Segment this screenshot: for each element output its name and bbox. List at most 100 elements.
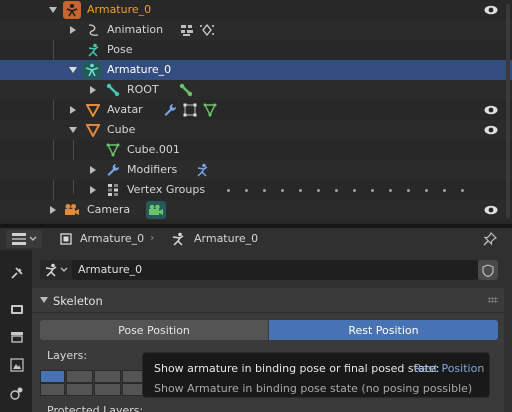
tab-output[interactable] xyxy=(6,326,28,348)
outliner-row-armature-object[interactable]: Armature_0 xyxy=(0,0,512,20)
wrench-icon xyxy=(105,162,121,178)
eye-icon[interactable] xyxy=(484,203,498,217)
layer-button[interactable] xyxy=(66,383,93,396)
drag-handle-icon[interactable] xyxy=(488,297,498,303)
mesh-object-icon xyxy=(85,122,101,138)
camera-icon xyxy=(64,202,80,218)
rest-position-label: Rest Position xyxy=(348,323,419,337)
object-icon xyxy=(58,231,74,247)
tab-scene[interactable] xyxy=(6,382,28,404)
layer-button[interactable] xyxy=(94,370,121,383)
outliner-label: Cube.001 xyxy=(127,143,180,156)
vertex-groups-icon xyxy=(105,182,121,198)
outliner-row-avatar[interactable]: Avatar xyxy=(0,100,512,120)
camera-data-icon xyxy=(146,201,166,219)
keyframe-icon xyxy=(199,22,215,38)
armature-data-icon xyxy=(170,231,186,247)
rest-position-button[interactable]: Rest Position xyxy=(269,320,498,340)
expand-arrow-icon[interactable] xyxy=(68,25,78,35)
outliner-label: Pose xyxy=(107,43,133,56)
outliner-label: Animation xyxy=(107,23,164,36)
collapse-arrow-icon[interactable] xyxy=(48,5,58,15)
collapse-arrow-icon[interactable] xyxy=(68,125,78,135)
datablock-browse-button[interactable] xyxy=(40,260,72,280)
tooltip-description: Show armature in binding pose or final p… xyxy=(154,362,440,375)
view-layer-icon xyxy=(10,358,24,372)
datablock-name-field[interactable]: Armature_0 xyxy=(72,260,478,280)
pose-position-label: Pose Position xyxy=(118,323,190,337)
properties-editor-icon xyxy=(11,233,26,245)
dopesheet-icon xyxy=(180,22,196,38)
outliner-row-root-bone[interactable]: ROOT xyxy=(0,80,512,100)
outliner-row-cube-mesh[interactable]: Cube.001 xyxy=(0,140,512,160)
editor-type-selector[interactable] xyxy=(6,230,42,248)
armature-data-icon xyxy=(82,61,102,79)
breadcrumb-separator: › xyxy=(150,231,155,244)
mesh-data-icon xyxy=(105,142,121,158)
outliner-label: Armature_0 xyxy=(107,63,172,76)
outliner-label: Avatar xyxy=(107,103,143,116)
outliner-row-camera[interactable]: Camera xyxy=(0,200,512,220)
mesh-data-icon xyxy=(202,102,218,118)
skeleton-panel-header[interactable]: Skeleton xyxy=(32,288,504,312)
eye-icon[interactable] xyxy=(484,103,498,117)
render-icon xyxy=(11,305,23,314)
breadcrumb-object[interactable]: Armature_0 xyxy=(80,232,144,245)
bone-icon xyxy=(105,82,121,98)
pin-icon[interactable] xyxy=(482,231,498,247)
properties-header: Armature_0 › Armature_0 xyxy=(0,228,512,250)
outliner-label: Camera xyxy=(87,203,131,216)
shield-icon xyxy=(482,263,494,277)
panel-title: Skeleton xyxy=(53,294,103,308)
outliner-scrollbar[interactable] xyxy=(506,4,510,218)
layer-button-active[interactable] xyxy=(40,370,65,383)
eye-icon[interactable] xyxy=(484,3,498,17)
eye-icon[interactable] xyxy=(484,123,498,137)
outliner-row-modifiers[interactable]: Modifiers xyxy=(0,160,512,180)
outliner-label: Modifiers xyxy=(127,163,178,176)
action-icon xyxy=(85,22,101,38)
layers-label: Layers: xyxy=(47,349,88,362)
outliner-row-cube[interactable]: Cube xyxy=(0,120,512,140)
layer-button[interactable] xyxy=(40,383,65,396)
expand-arrow-icon[interactable] xyxy=(68,105,78,115)
tab-render[interactable] xyxy=(6,298,28,320)
armature-data-icon xyxy=(45,263,57,277)
datablock-name-text: Armature_0 xyxy=(78,263,143,276)
collapse-arrow-icon xyxy=(40,297,48,303)
tab-view-layer[interactable] xyxy=(6,354,28,376)
layer-button[interactable] xyxy=(66,370,93,383)
pose-position-button[interactable]: Pose Position xyxy=(40,320,268,340)
properties-tabs xyxy=(0,250,32,412)
expand-arrow-icon[interactable] xyxy=(88,165,98,175)
expand-arrow-icon[interactable] xyxy=(48,205,58,215)
vertex-groups-icon xyxy=(182,102,198,118)
chevron-down-icon xyxy=(29,236,36,241)
vertex-group-dots xyxy=(227,180,479,200)
layer-button[interactable] xyxy=(94,383,121,396)
tooltip-value: Rest Position xyxy=(414,362,485,375)
outliner: Armature_0 Animation Pose Armature_0 ROO… xyxy=(0,0,512,224)
outliner-label: Vertex Groups xyxy=(127,183,206,196)
panel-divider xyxy=(32,312,504,313)
outliner-row-vertex-groups[interactable]: Vertex Groups xyxy=(0,180,512,200)
tool-icon xyxy=(11,267,23,279)
fake-user-button[interactable] xyxy=(478,260,498,280)
expand-arrow-icon[interactable] xyxy=(88,185,98,195)
outliner-row-animation[interactable]: Animation xyxy=(0,20,512,40)
breadcrumb-data[interactable]: Armature_0 xyxy=(194,232,258,245)
scene-icon xyxy=(10,387,23,400)
tab-tool[interactable] xyxy=(6,262,28,284)
outliner-label: Armature_0 xyxy=(87,3,152,16)
bone-icon xyxy=(178,82,194,98)
collapse-arrow-icon[interactable] xyxy=(68,65,78,75)
wrench-icon xyxy=(162,102,178,118)
expand-arrow-icon[interactable] xyxy=(88,85,98,95)
outliner-row-armature-data[interactable]: Armature_0 xyxy=(0,60,512,80)
protected-layers-label: Protected Layers: xyxy=(47,404,144,412)
outliner-label: Cube xyxy=(107,123,136,136)
chevron-down-icon xyxy=(60,267,68,272)
outliner-label: ROOT xyxy=(127,83,159,96)
outliner-row-pose[interactable]: Pose xyxy=(0,40,512,60)
pose-icon xyxy=(85,42,101,58)
